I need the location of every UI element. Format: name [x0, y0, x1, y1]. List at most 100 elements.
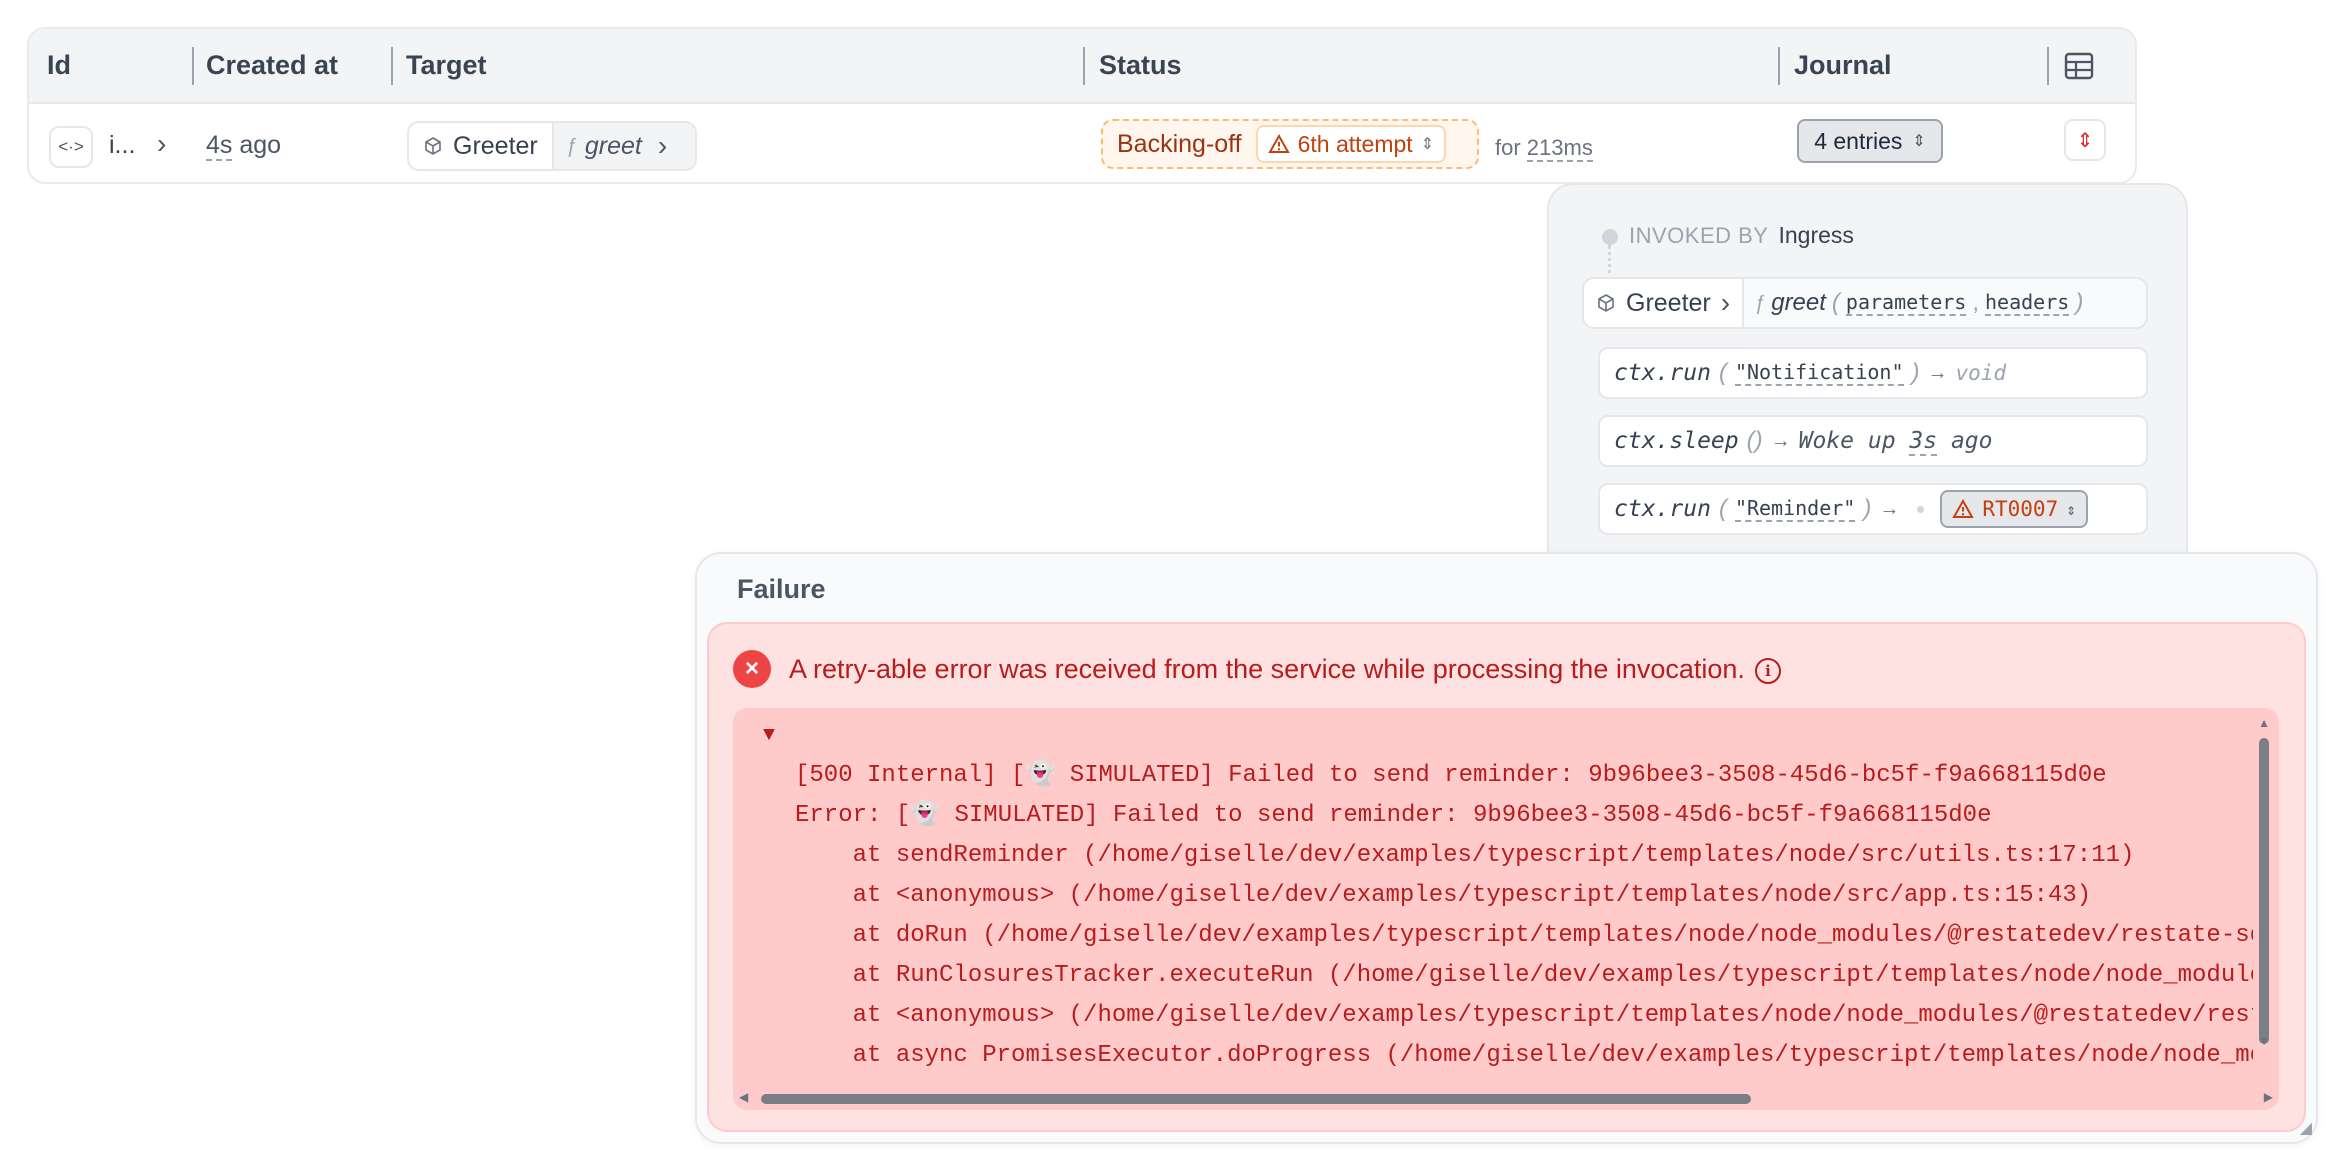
timeline-dot [1602, 229, 1618, 245]
column-header-id[interactable]: Id [47, 29, 71, 102]
table-header: Id Created at Target Status Journal [29, 29, 2135, 104]
entry-call: ctx.run [1614, 496, 1711, 522]
journal-service[interactable]: Greeter › [1584, 279, 1742, 327]
stack-line: Error: [👻 SIMULATED] Failed to send remi… [795, 802, 1992, 829]
updown-icon: ⇕ [1420, 136, 1435, 153]
column-header-target[interactable]: Target [406, 29, 487, 102]
entry-arg: "Notification" [1734, 360, 1904, 386]
column-header-created-at[interactable]: Created at [206, 29, 338, 102]
updown-icon: ⇕ [2066, 499, 2076, 519]
scroll-up-arrow[interactable]: ▲ [2258, 716, 2270, 730]
close-circle-icon: × [733, 650, 771, 688]
failure-message: A retry-able error was received from the… [789, 654, 1781, 685]
disclosure-triangle-icon[interactable]: ▼ [763, 716, 2253, 756]
stack-line: at RunClosuresTracker.executeRun (/home/… [795, 962, 2253, 989]
invocations-table: Id Created at Target Status Journal <·> … [27, 27, 2137, 184]
chevron-right-icon: › [657, 130, 668, 161]
journal-popover: INVOKED BY Ingress Greeter › ƒ greet( par… [1547, 183, 2188, 603]
created-at-value: 4s [206, 131, 233, 161]
box-icon [425, 137, 441, 155]
column-divider [192, 47, 194, 85]
arrow-icon: → [1927, 361, 1948, 384]
failure-panel: Failure × A retry-able error was receive… [695, 552, 2318, 1144]
code-icon[interactable]: <·> [49, 126, 93, 168]
horizontal-scrollbar[interactable] [761, 1094, 1751, 1104]
chevron-right-icon[interactable]: › [157, 128, 166, 160]
entry-arg: "Reminder" [1734, 496, 1856, 522]
column-divider [391, 47, 393, 85]
resize-handle-icon[interactable]: ◢ [2300, 1118, 2312, 1138]
scroll-down-arrow[interactable]: ▼ [2258, 1034, 2270, 1048]
table-layout-icon[interactable] [2064, 29, 2094, 102]
journal-service-label: Greeter [1626, 288, 1711, 317]
column-divider [1778, 47, 1780, 85]
backoff-duration: for 213ms [1495, 135, 1593, 162]
status-badge: Backing-off 6th attempt ⇕ [1101, 119, 1479, 169]
function-icon: ƒ [565, 134, 577, 157]
entry-call: ctx.run [1614, 360, 1711, 386]
journal-entries-label: 4 entries [1814, 127, 1903, 154]
backoff-prefix: for [1495, 135, 1527, 160]
target-pill[interactable]: Greeter ƒ greet › [407, 121, 697, 171]
error-code-label: RT0007 [1982, 497, 2059, 521]
journal-handler-label: greet [1771, 289, 1826, 316]
target-service-label: Greeter [453, 131, 538, 160]
warning-icon [1952, 499, 1975, 518]
warning-icon [1267, 134, 1290, 153]
journal-entry-run-notification[interactable]: ctx.run( "Notification") → void [1598, 347, 2148, 399]
invoked-by-value: Ingress [1778, 222, 1854, 248]
attempt-label: 6th attempt [1297, 130, 1413, 157]
journal-entries-button[interactable]: 4 entries ⇕ [1797, 119, 1943, 163]
journal-entry-sleep[interactable]: ctx.sleep() → Woke up 3s ago [1598, 415, 2148, 467]
arrow-icon: → [1770, 429, 1791, 452]
scroll-right-arrow[interactable]: ▶ [2264, 1090, 2273, 1104]
invoked-by: INVOKED BY Ingress [1629, 222, 1854, 249]
vertical-scrollbar[interactable] [2259, 738, 2269, 1044]
failure-details: × A retry-able error was received from t… [707, 622, 2306, 1132]
table-row: <·> i... › 4s ago Greeter ƒ greet › Back… [29, 104, 2135, 182]
column-header-journal[interactable]: Journal [1794, 29, 1892, 102]
stack-line: at doRun (/home/giselle/dev/examples/typ… [795, 922, 2253, 949]
stack-line: at async PromisesExecutor.doProgress (/h… [795, 1042, 2253, 1069]
stack-line: [500 Internal] [👻 SIMULATED] Failed to s… [795, 762, 2107, 789]
target-handler-label: greet [584, 131, 642, 160]
stack-trace-content: ▼ [500 Internal] [👻 SIMULATED] Failed to … [763, 716, 2253, 1084]
target-service[interactable]: Greeter [409, 123, 552, 169]
journal-entry-invocation[interactable]: Greeter › ƒ greet( parameters, headers) [1582, 277, 2148, 329]
stack-line: at sendReminder (/home/giselle/dev/examp… [795, 842, 2135, 869]
sleep-result-value: 3s [1909, 428, 1938, 456]
entry-result: Woke up 3s ago [1798, 428, 1993, 456]
error-code-dropdown[interactable]: RT0007 ⇕ [1940, 490, 2088, 528]
timeline-line [1608, 245, 1611, 281]
failure-message-text: A retry-able error was received from the… [789, 654, 1745, 684]
pending-dot [1917, 505, 1925, 513]
invocation-id[interactable]: i... [109, 131, 135, 160]
column-divider [1083, 47, 1085, 85]
target-handler[interactable]: ƒ greet › [551, 123, 695, 169]
journal-handler[interactable]: ƒ greet( parameters, headers) [1742, 279, 2146, 327]
expand-row-button[interactable]: ⇕ [2064, 119, 2106, 161]
created-at: 4s ago [206, 131, 282, 161]
function-icon: ƒ [1754, 291, 1766, 314]
column-divider [2047, 47, 2049, 85]
attempt-dropdown[interactable]: 6th attempt ⇕ [1255, 125, 1447, 163]
param-parameters[interactable]: parameters [1845, 290, 1967, 316]
scroll-left-arrow[interactable]: ◀ [739, 1090, 748, 1104]
stack-line: at <anonymous> (/home/giselle/dev/exampl… [795, 882, 2092, 909]
entry-call: ctx.sleep [1614, 428, 1739, 454]
column-header-status[interactable]: Status [1099, 29, 1182, 102]
chevron-right-icon: › [1720, 287, 1731, 318]
arrow-icon: → [1879, 497, 1900, 520]
box-icon [1598, 294, 1614, 312]
info-icon[interactable]: i [1754, 657, 1781, 684]
sleep-result-prefix: Woke up [1798, 428, 1910, 454]
param-headers[interactable]: headers [1985, 290, 2070, 316]
created-at-suffix: ago [232, 131, 282, 159]
backoff-value: 213ms [1526, 135, 1593, 162]
invoked-by-label: INVOKED BY [1629, 223, 1769, 248]
sleep-result-suffix: ago [1937, 428, 1993, 454]
stack-trace[interactable]: ▼ [500 Internal] [👻 SIMULATED] Failed to … [733, 708, 2279, 1110]
updown-icon: ⇕ [2076, 129, 2094, 152]
updown-icon: ⇕ [1912, 133, 1926, 150]
journal-entry-run-reminder[interactable]: ctx.run( "Reminder") → RT0007 ⇕ [1598, 483, 2148, 535]
